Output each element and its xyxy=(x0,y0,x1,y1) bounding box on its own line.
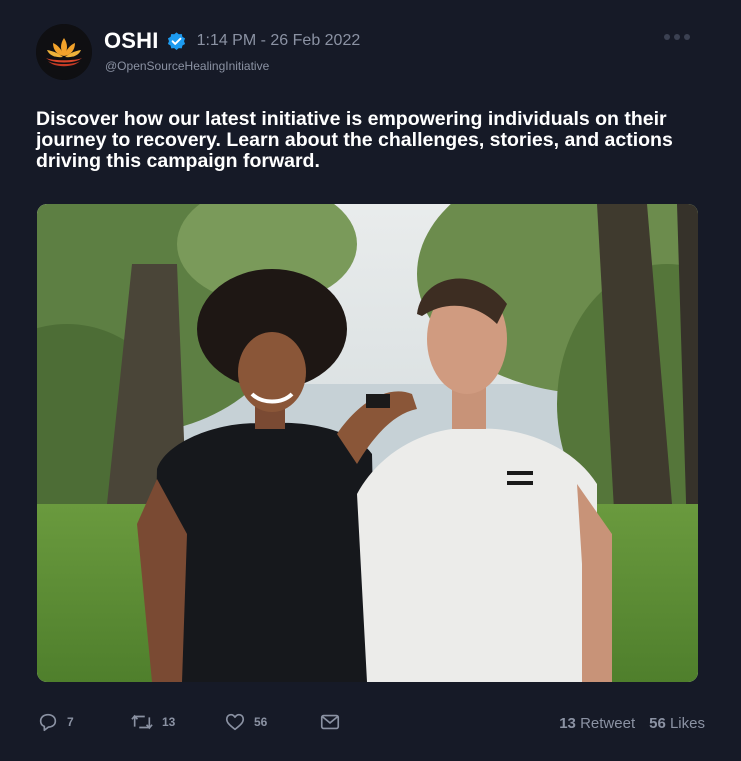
share-button[interactable] xyxy=(319,711,341,733)
reply-button[interactable]: 7 xyxy=(37,711,74,733)
retweet-stat-label: Retweet xyxy=(580,715,636,732)
retweet-count: 13 xyxy=(162,715,176,729)
likes-stat-label: Likes xyxy=(669,715,705,732)
like-button[interactable]: 56 xyxy=(224,711,267,733)
likes-stat[interactable]: 56 Likes xyxy=(649,715,705,732)
tweet-timestamp[interactable]: 1:14 PM - 26 Feb 2022 xyxy=(197,32,361,50)
retweet-stat-value: 13 xyxy=(559,715,576,732)
tweet-text: Discover how our latest initiative is em… xyxy=(36,108,673,172)
verified-badge-icon xyxy=(166,31,187,52)
retweet-icon xyxy=(131,714,153,730)
share-icon xyxy=(320,714,340,730)
avatar[interactable] xyxy=(36,24,92,80)
more-dot xyxy=(664,34,670,40)
reply-icon xyxy=(39,713,57,732)
author-name[interactable]: OSHI xyxy=(104,28,159,54)
author-row: OSHI 1:14 PM - 26 Feb 2022 xyxy=(104,27,360,55)
author-handle[interactable]: @OpenSourceHealingInitiative xyxy=(105,59,269,73)
like-icon xyxy=(225,713,245,731)
tweet-stats: 13 Retweet 56 Likes xyxy=(559,715,705,732)
more-options-icon[interactable] xyxy=(664,34,690,40)
lotus-logo-icon xyxy=(36,24,92,80)
retweet-stat[interactable]: 13 Retweet xyxy=(559,715,635,732)
tweet-photo[interactable] xyxy=(37,204,698,682)
reply-count: 7 xyxy=(67,715,74,729)
retweet-button[interactable]: 13 xyxy=(130,711,175,733)
likes-stat-value: 56 xyxy=(649,715,666,732)
photo-two-men-park xyxy=(37,204,698,682)
more-dot xyxy=(674,34,680,40)
more-dot xyxy=(684,34,690,40)
like-count: 56 xyxy=(254,715,268,729)
